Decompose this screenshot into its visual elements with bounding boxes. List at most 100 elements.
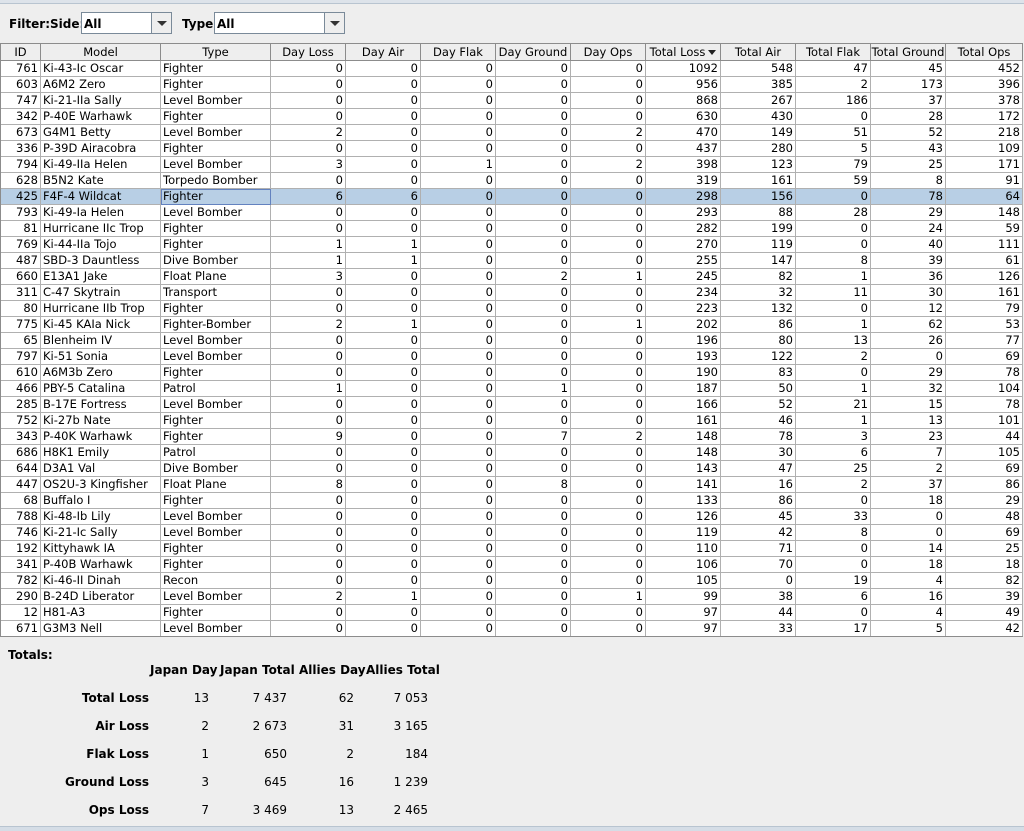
cell-total-air[interactable]: 45 — [721, 509, 796, 525]
cell-type[interactable]: Float Plane — [161, 477, 271, 493]
table-row[interactable]: 466 PBY-5 Catalina Patrol 1 0 0 1 0 187 50 1 32 104 — [1, 381, 1023, 397]
cell-day-ground[interactable]: 0 — [496, 541, 571, 557]
cell-day-loss[interactable]: 0 — [271, 509, 346, 525]
cell-total-ops[interactable]: 161 — [946, 285, 1023, 301]
cell-day-ground[interactable]: 0 — [496, 573, 571, 589]
cell-total-ground[interactable]: 43 — [871, 141, 946, 157]
cell-total-ops[interactable]: 171 — [946, 157, 1023, 173]
cell-id[interactable]: 761 — [1, 61, 41, 77]
cell-model[interactable]: Kittyhawk IA — [41, 541, 161, 557]
cell-type[interactable]: Level Bomber — [161, 525, 271, 541]
cell-total-air[interactable]: 430 — [721, 109, 796, 125]
cell-total-ground[interactable]: 12 — [871, 301, 946, 317]
cell-day-air[interactable]: 0 — [346, 61, 421, 77]
table-row[interactable]: 336 P-39D Airacobra Fighter 0 0 0 0 0 437 280 5 43 1… — [1, 141, 1023, 157]
table-row[interactable]: 775 Ki-45 KAIa Nick Fighter-Bomber 2 1 0 0 1 202… — [1, 317, 1023, 333]
cell-day-flak[interactable]: 0 — [421, 413, 496, 429]
cell-day-ground[interactable]: 0 — [496, 61, 571, 77]
cell-total-loss[interactable]: 193 — [646, 349, 721, 365]
cell-model[interactable]: Hurricane IIb Trop — [41, 301, 161, 317]
cell-day-loss[interactable]: 3 — [271, 157, 346, 173]
cell-day-flak[interactable]: 0 — [421, 573, 496, 589]
cell-total-ground[interactable]: 37 — [871, 93, 946, 109]
cell-total-loss[interactable]: 143 — [646, 461, 721, 477]
cell-total-ops[interactable]: 105 — [946, 445, 1023, 461]
cell-total-ground[interactable]: 32 — [871, 381, 946, 397]
cell-type[interactable]: Fighter — [161, 189, 271, 205]
cell-total-flak[interactable]: 1 — [796, 317, 871, 333]
cell-total-flak[interactable]: 47 — [796, 61, 871, 77]
cell-total-air[interactable]: 42 — [721, 525, 796, 541]
cell-day-flak[interactable]: 0 — [421, 333, 496, 349]
cell-day-flak[interactable]: 0 — [421, 221, 496, 237]
cell-day-loss[interactable]: 0 — [271, 61, 346, 77]
cell-day-loss[interactable]: 0 — [271, 413, 346, 429]
cell-total-loss[interactable]: 398 — [646, 157, 721, 173]
cell-total-loss[interactable]: 133 — [646, 493, 721, 509]
cell-model[interactable]: OS2U-3 Kingfisher — [41, 477, 161, 493]
cell-total-loss[interactable]: 437 — [646, 141, 721, 157]
cell-day-flak[interactable]: 0 — [421, 93, 496, 109]
cell-type[interactable]: Fighter — [161, 557, 271, 573]
cell-day-loss[interactable]: 3 — [271, 269, 346, 285]
table-row[interactable]: 628 B5N2 Kate Torpedo Bomber 0 0 0 0 0 319 161 59 8… — [1, 173, 1023, 189]
cell-total-air[interactable]: 149 — [721, 125, 796, 141]
cell-day-ground[interactable]: 0 — [496, 365, 571, 381]
cell-type[interactable]: Fighter — [161, 77, 271, 93]
column-header-id[interactable]: ID — [1, 44, 41, 60]
cell-total-flak[interactable]: 13 — [796, 333, 871, 349]
cell-id[interactable]: 788 — [1, 509, 41, 525]
cell-day-ops[interactable]: 0 — [571, 605, 646, 621]
cell-model[interactable]: C-47 Skytrain — [41, 285, 161, 301]
cell-total-ops[interactable]: 69 — [946, 525, 1023, 541]
cell-total-loss[interactable]: 255 — [646, 253, 721, 269]
cell-total-ops[interactable]: 59 — [946, 221, 1023, 237]
cell-day-ops[interactable]: 1 — [571, 589, 646, 605]
cell-model[interactable]: H81-A3 — [41, 605, 161, 621]
cell-total-flak[interactable]: 0 — [796, 189, 871, 205]
cell-type[interactable]: Level Bomber — [161, 157, 271, 173]
cell-id[interactable]: 610 — [1, 365, 41, 381]
cell-model[interactable]: Ki-49-IIa Helen — [41, 157, 161, 173]
cell-day-ops[interactable]: 0 — [571, 365, 646, 381]
cell-type[interactable]: Fighter — [161, 237, 271, 253]
cell-total-ground[interactable]: 26 — [871, 333, 946, 349]
cell-type[interactable]: Dive Bomber — [161, 461, 271, 477]
cell-total-ground[interactable]: 40 — [871, 237, 946, 253]
cell-model[interactable]: B5N2 Kate — [41, 173, 161, 189]
cell-total-ops[interactable]: 109 — [946, 141, 1023, 157]
table-row[interactable]: 603 A6M2 Zero Fighter 0 0 0 0 0 956 385 2 173 396 — [1, 77, 1023, 93]
cell-type[interactable]: Recon — [161, 573, 271, 589]
cell-id[interactable]: 769 — [1, 237, 41, 253]
cell-day-ops[interactable]: 0 — [571, 541, 646, 557]
cell-total-air[interactable]: 46 — [721, 413, 796, 429]
cell-day-ground[interactable]: 0 — [496, 413, 571, 429]
cell-day-ground[interactable]: 0 — [496, 621, 571, 636]
cell-day-loss[interactable]: 0 — [271, 397, 346, 413]
cell-day-ground[interactable]: 8 — [496, 477, 571, 493]
cell-total-loss[interactable]: 187 — [646, 381, 721, 397]
cell-total-air[interactable]: 33 — [721, 621, 796, 636]
chevron-down-icon[interactable] — [151, 13, 171, 33]
cell-id[interactable]: 342 — [1, 109, 41, 125]
table-row[interactable]: 290 B-24D Liberator Level Bomber 2 1 0 0 1 99 38 6… — [1, 589, 1023, 605]
cell-total-ops[interactable]: 82 — [946, 573, 1023, 589]
table-row[interactable]: 747 Ki-21-IIa Sally Level Bomber 0 0 0 0 0 868 26… — [1, 93, 1023, 109]
cell-model[interactable]: P-40E Warhawk — [41, 109, 161, 125]
cell-day-ground[interactable]: 0 — [496, 557, 571, 573]
cell-day-air[interactable]: 1 — [346, 317, 421, 333]
cell-total-ops[interactable]: 172 — [946, 109, 1023, 125]
cell-total-loss[interactable]: 223 — [646, 301, 721, 317]
cell-total-air[interactable]: 47 — [721, 461, 796, 477]
cell-type[interactable]: Level Bomber — [161, 125, 271, 141]
cell-model[interactable]: P-40K Warhawk — [41, 429, 161, 445]
cell-day-loss[interactable]: 0 — [271, 493, 346, 509]
cell-day-flak[interactable]: 0 — [421, 109, 496, 125]
cell-total-ops[interactable]: 69 — [946, 461, 1023, 477]
cell-type[interactable]: Transport — [161, 285, 271, 301]
cell-total-ops[interactable]: 42 — [946, 621, 1023, 636]
cell-day-ops[interactable]: 0 — [571, 493, 646, 509]
cell-day-air[interactable]: 0 — [346, 557, 421, 573]
cell-day-loss[interactable]: 1 — [271, 381, 346, 397]
cell-day-air[interactable]: 0 — [346, 221, 421, 237]
